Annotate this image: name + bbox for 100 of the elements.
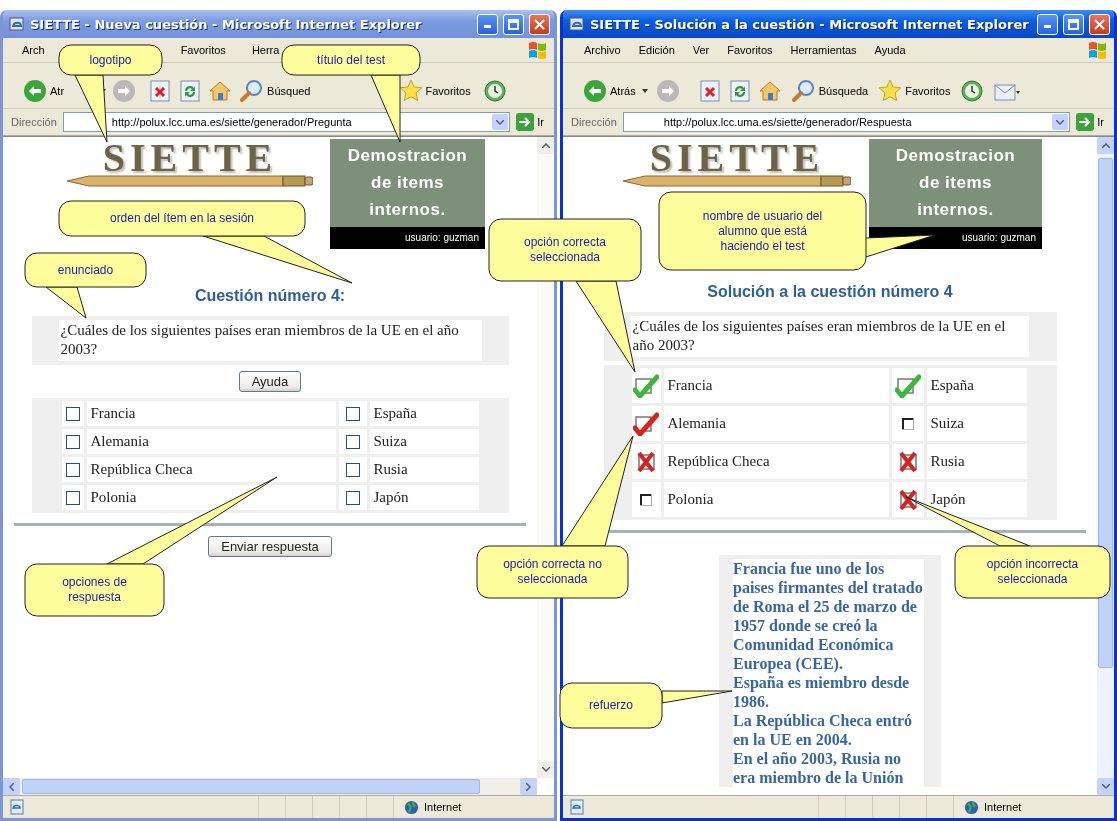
address-field[interactable]: http://polux.lcc.uma.es/siette/generador/Respuesta	[622, 112, 1071, 132]
menu-item[interactable]: Ayuda	[871, 42, 909, 58]
vertical-scrollbar[interactable]	[1097, 137, 1114, 795]
callout-text: refuerzo	[589, 698, 633, 713]
search-button[interactable]: Búsqueda	[791, 78, 869, 103]
test-title: Demostracion de items internos.	[330, 139, 485, 227]
page-icon	[9, 799, 25, 815]
menu-item[interactable]: Favoritos	[724, 42, 776, 58]
address-label: Dirección	[571, 116, 617, 128]
option-label: Japón	[372, 489, 409, 506]
maximize-icon	[1068, 18, 1079, 30]
window-title: SIETTE - Nueva cuestión - Microsoft Internet Explorer	[30, 16, 423, 32]
stop-button[interactable]	[150, 79, 171, 102]
callout-text: título del test	[316, 52, 385, 68]
menu-item[interactable]: Favoritos	[177, 42, 229, 58]
maximize-button[interactable]	[1063, 13, 1084, 35]
caret-icon	[496, 119, 505, 125]
zone-text: Internet	[984, 801, 1022, 813]
callout-text: opción correcta seleccionada	[522, 235, 607, 265]
option-label: Francia	[89, 405, 136, 422]
callout-text: opción incorrecta seleccionada	[985, 557, 1080, 587]
test-title: Demostracion de items internos.	[869, 139, 1042, 227]
go-button[interactable]: Ir	[1076, 113, 1110, 131]
option-label: Polonia	[666, 491, 714, 508]
checkbox[interactable]	[345, 406, 360, 421]
question-text: ¿Cuáles de los siguientes países eran miembros de la UE en el año 2003?	[58, 320, 482, 361]
globe-icon	[404, 799, 419, 815]
feedback-text: En el año 2003, Rusia no era miembro de la Unión	[733, 749, 905, 787]
checkbox[interactable]	[345, 490, 360, 505]
stop-button[interactable]	[699, 79, 720, 102]
clock-icon	[482, 78, 507, 103]
refresh-button[interactable]	[180, 79, 201, 102]
logo-text: SIETTE	[649, 141, 825, 175]
checkbox[interactable]	[65, 490, 80, 505]
option-label: España	[372, 405, 417, 422]
option-label: Alemania	[666, 415, 726, 432]
refresh-icon	[180, 79, 201, 102]
caret-icon	[1056, 119, 1065, 125]
feedback-text: España es miembro desde 1986.	[733, 673, 911, 711]
browser-icon	[569, 16, 585, 32]
close-button[interactable]	[1089, 13, 1110, 35]
menu-item[interactable]: Arch	[19, 42, 48, 58]
callout-text: logotipo	[89, 52, 132, 68]
search-icon	[791, 78, 816, 103]
history-button[interactable]	[482, 78, 507, 103]
user-name: usuario: guzman	[330, 227, 485, 249]
close-icon	[1094, 18, 1105, 30]
option-label: Francia	[666, 377, 713, 394]
option-label: Polonia	[89, 489, 137, 506]
callout-text: opción correcta no seleccionada	[502, 557, 603, 587]
close-button[interactable]	[529, 13, 550, 35]
callout-text: opciones de respuesta	[61, 575, 128, 605]
checkbox[interactable]	[345, 462, 360, 477]
search-button[interactable]: Búsqued	[240, 78, 311, 103]
minimize-button[interactable]	[477, 13, 498, 35]
question-heading: Cuestión número 4:	[194, 286, 346, 306]
horizontal-scrollbar[interactable]	[3, 778, 537, 795]
dropdown-button[interactable]	[1052, 114, 1069, 130]
dropdown-button[interactable]	[492, 114, 509, 130]
callout-text: orden del ítem en la sesión	[109, 211, 255, 226]
pencil-icon	[623, 175, 851, 187]
checkbox[interactable]	[345, 434, 360, 449]
option-label: Suiza	[929, 415, 964, 432]
checkbox[interactable]	[65, 406, 80, 421]
clock-icon	[960, 78, 985, 103]
option-label: Suiza	[372, 433, 407, 450]
menu-item[interactable]: Edición	[635, 42, 678, 58]
browser-icon	[9, 16, 25, 32]
favorites-button[interactable]: Favoritos	[398, 78, 471, 103]
minimize-button[interactable]	[1037, 13, 1058, 35]
windows-flag-icon	[1088, 41, 1108, 59]
menu-item[interactable]: Herra	[248, 42, 283, 58]
maximize-button[interactable]	[503, 13, 524, 35]
question-heading: Solución a la cuestión número 4	[707, 282, 953, 302]
submit-button[interactable]: Enviar respuesta	[208, 536, 332, 557]
close-icon	[534, 18, 545, 30]
menu-item[interactable]: Ver	[689, 42, 713, 58]
favorites-button[interactable]: Favoritos	[878, 78, 951, 103]
option-label: República Checa	[89, 461, 193, 478]
feedback-text: Francia fue uno de los paises firmantes del tratado de Roma el 25 de marzo de 1957 donde se creó la Comunidad Económica Europea (CEE).	[733, 559, 924, 673]
stop-icon	[150, 79, 171, 102]
checkbox[interactable]	[65, 434, 80, 449]
star-icon	[398, 78, 423, 103]
address-label: Dirección	[11, 116, 57, 128]
refresh-button[interactable]	[729, 79, 750, 102]
caret-icon	[641, 88, 648, 93]
stop-icon	[699, 79, 720, 102]
menu-item[interactable]: Archivo	[581, 42, 624, 58]
menu-item[interactable]: Herramientas	[787, 42, 860, 58]
address-field[interactable]: http://polux.lcc.uma.es/siette/generador/Pregunta	[62, 112, 511, 132]
checkbox[interactable]	[65, 462, 80, 477]
help-button[interactable]: Ayuda	[238, 371, 302, 392]
logo-text: SIETTE	[102, 141, 278, 175]
back-button[interactable]: Atr	[23, 78, 65, 103]
back-button[interactable]: Atrás	[583, 78, 636, 103]
option-label: Japón	[929, 491, 966, 508]
go-button[interactable]: Ir	[516, 113, 550, 131]
feedback-text: La República Checa entró en la UE en 2004.	[733, 711, 914, 749]
history-button[interactable]	[960, 78, 985, 103]
pencil-icon	[67, 175, 313, 187]
